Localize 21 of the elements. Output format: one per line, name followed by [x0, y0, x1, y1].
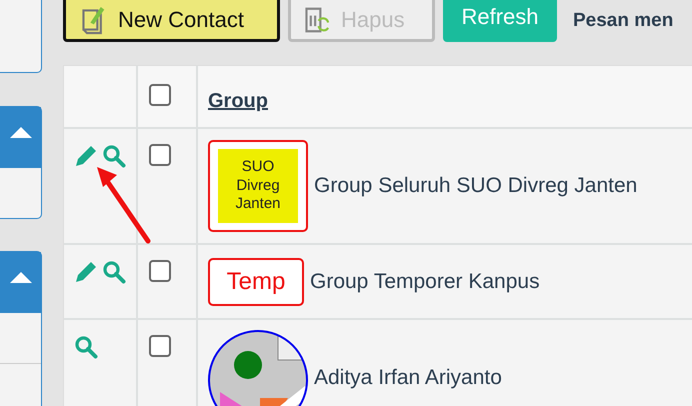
- group-column-header[interactable]: Group: [208, 90, 268, 113]
- message-text: Pesan men: [573, 10, 674, 32]
- group-name: Group Seluruh SUO Divreg Janten: [314, 174, 638, 198]
- collapse-caret-icon[interactable]: [10, 127, 32, 138]
- group-logo: Temp: [208, 258, 304, 306]
- group-logo: SUO Divreg Janten: [218, 149, 298, 223]
- pencil-icon[interactable]: [74, 144, 98, 168]
- row-checkbox[interactable]: [149, 260, 171, 282]
- collapse-caret-icon[interactable]: [10, 272, 32, 283]
- search-icon[interactable]: [102, 144, 126, 168]
- trash-refresh-icon: [303, 5, 329, 35]
- search-icon[interactable]: [102, 260, 126, 284]
- row-checkbox[interactable]: [149, 335, 171, 357]
- new-contact-button[interactable]: New Contact: [63, 0, 280, 42]
- pencil-icon[interactable]: [74, 260, 98, 284]
- group-name: Aditya Irfan Ariyanto: [314, 366, 502, 390]
- book-pen-icon: [80, 5, 106, 35]
- row-checkbox[interactable]: [149, 144, 171, 166]
- select-all-checkbox[interactable]: [149, 84, 171, 106]
- group-name: Group Temporer Kanpus: [310, 270, 540, 294]
- search-icon[interactable]: [74, 335, 98, 359]
